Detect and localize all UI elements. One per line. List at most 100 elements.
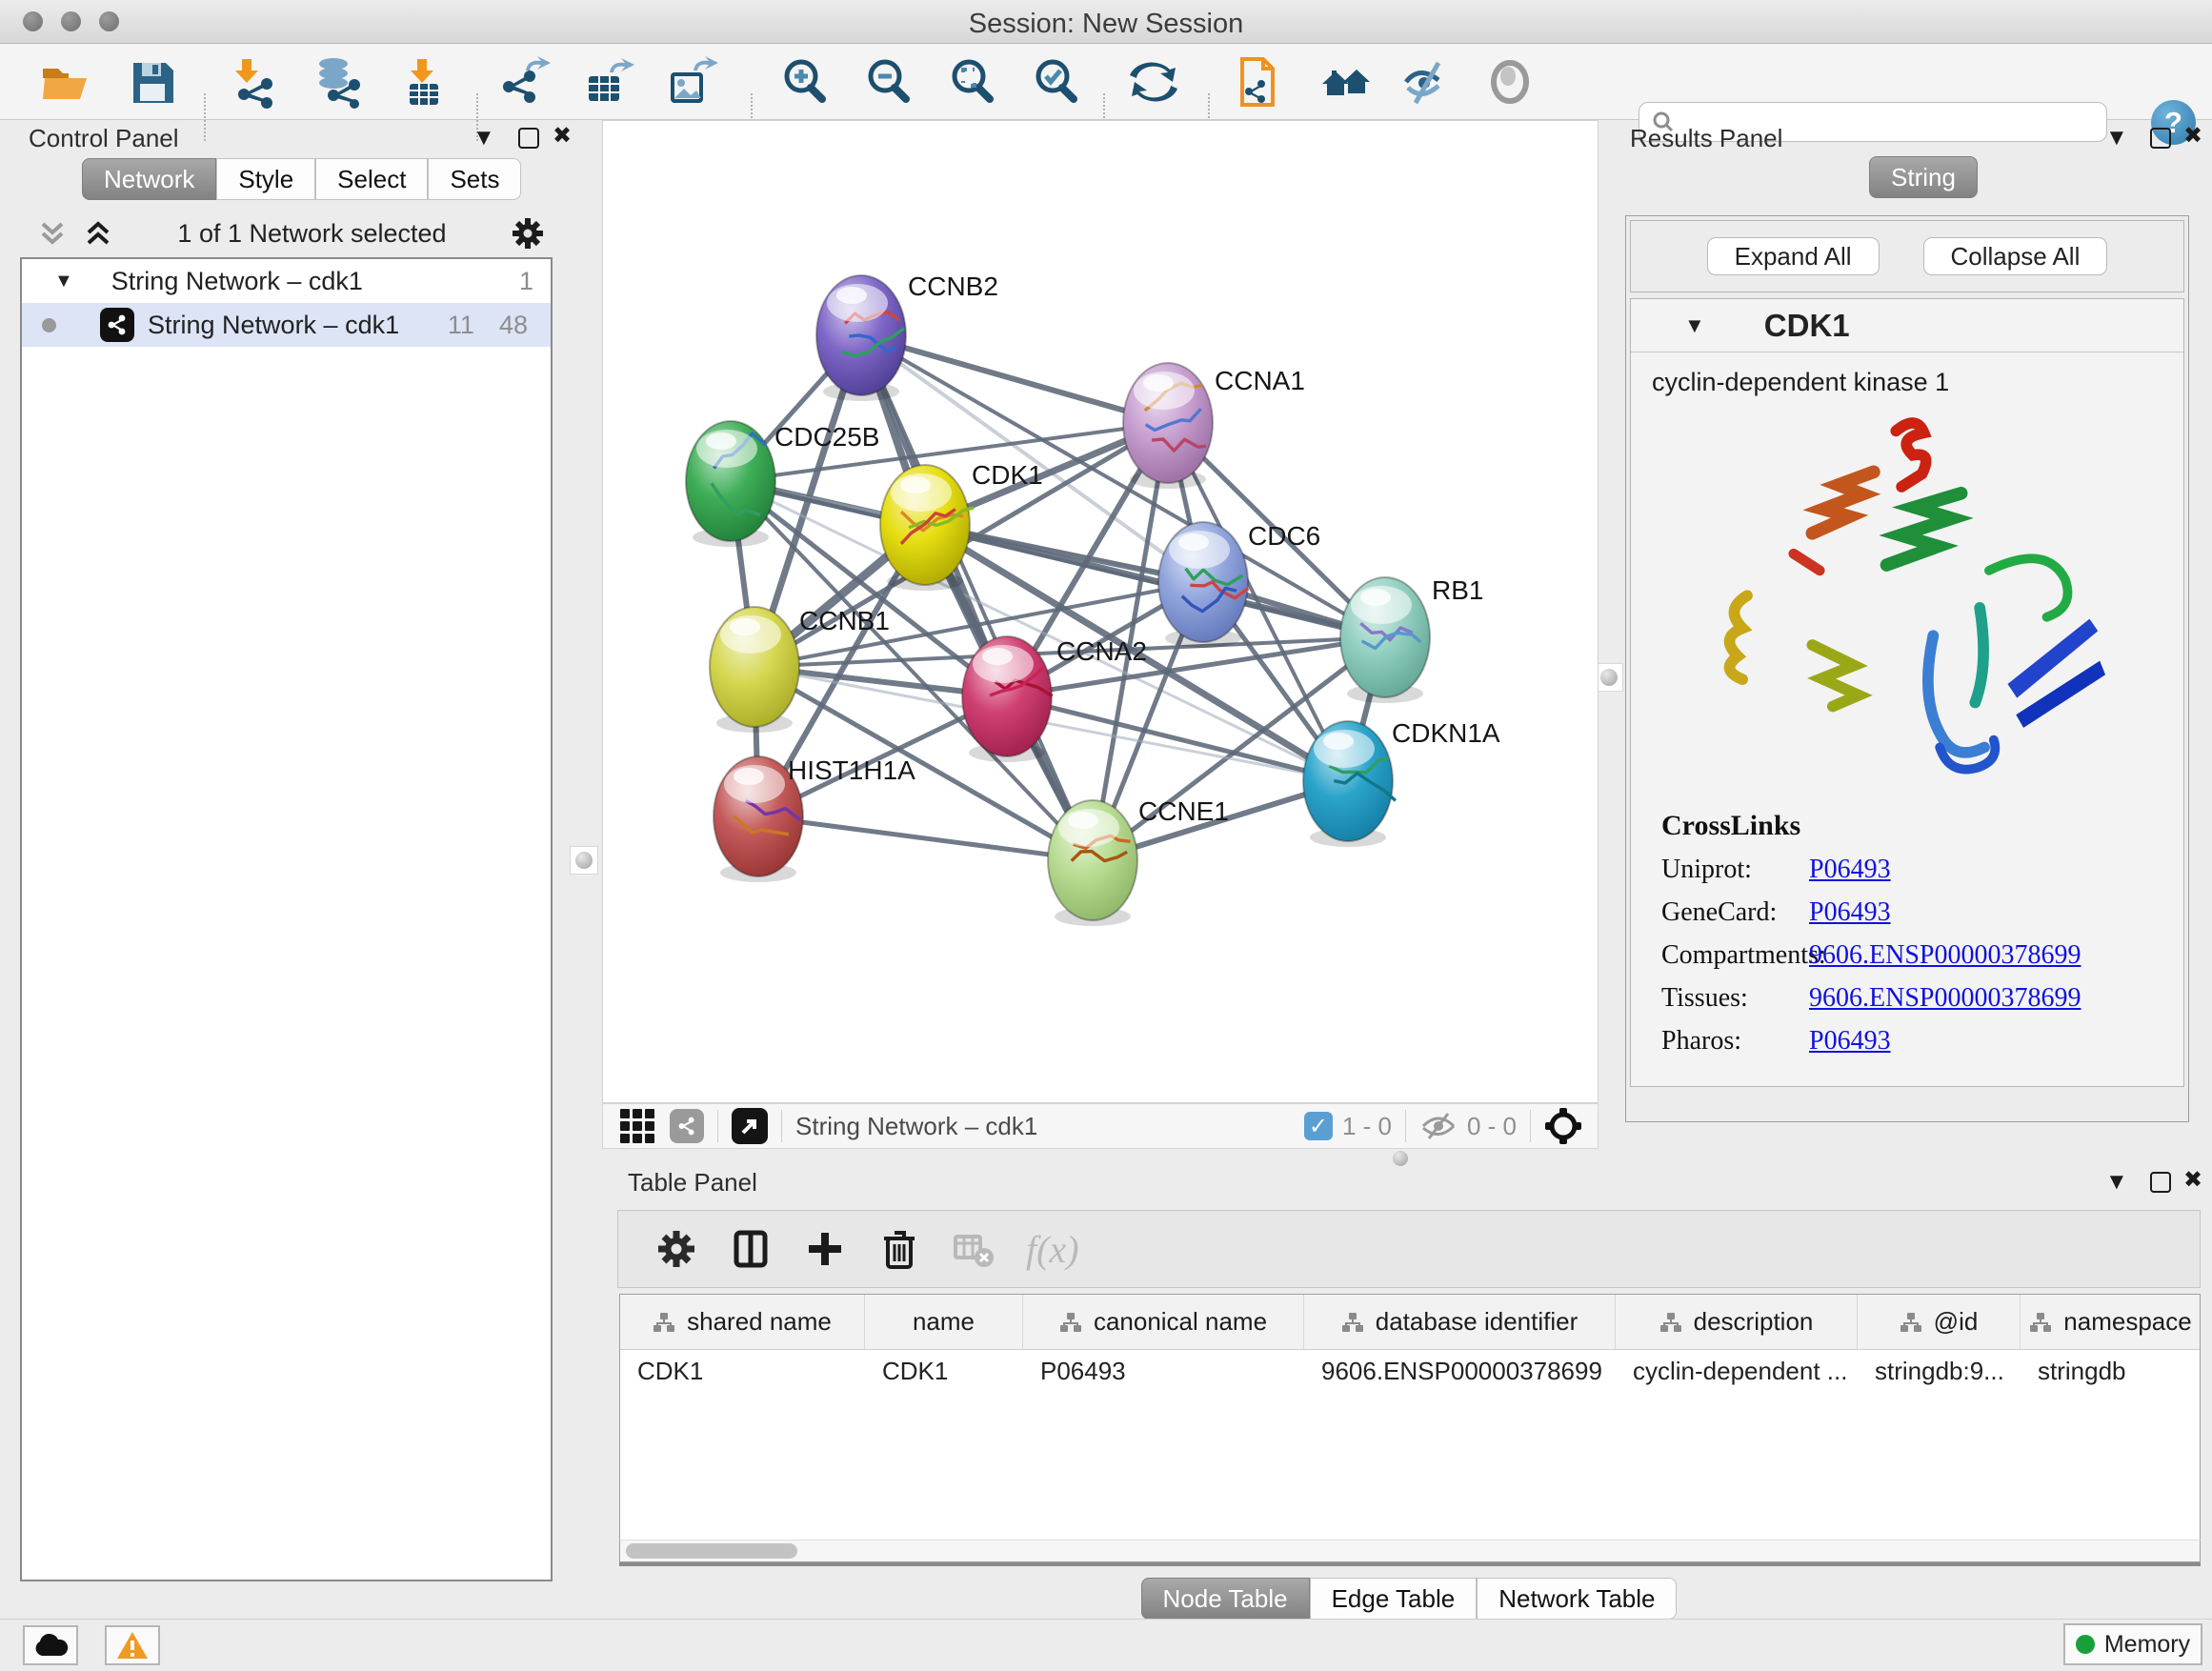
node-count: 11 [448, 311, 474, 340]
table-settings-gear-icon[interactable] [654, 1227, 698, 1271]
selected-nodes-checkbox[interactable]: ✓ [1304, 1112, 1333, 1140]
cell-id[interactable]: stringdb:9... [1858, 1350, 2021, 1392]
cell-name[interactable]: CDK1 [865, 1350, 1023, 1392]
table-row[interactable]: CDK1CDK1P064939606.ENSP00000378699cyclin… [620, 1350, 2200, 1392]
open-session-icon[interactable] [38, 55, 91, 109]
network-collection-row[interactable]: ▼ String Network – cdk1 1 [22, 259, 551, 303]
node-label-CCNA1: CCNA1 [1215, 366, 1305, 395]
crosslink-link[interactable]: P06493 [1809, 855, 1891, 885]
network-overview-icon[interactable] [670, 1109, 704, 1143]
node-CCNB2[interactable] [816, 275, 906, 401]
collapse-all-button[interactable]: Collapse All [1923, 237, 2108, 275]
share-document-icon[interactable] [1233, 55, 1286, 109]
save-session-icon[interactable] [126, 55, 179, 109]
horizontal-scrollbar[interactable] [619, 1540, 2201, 1562]
tree-expander-icon[interactable]: ▼ [54, 271, 73, 292]
collapse-all-icon[interactable] [36, 218, 69, 249]
node-CCNA1[interactable] [1123, 363, 1213, 489]
zoom-fit-icon[interactable] [946, 55, 999, 109]
tab-style[interactable]: Style [216, 158, 315, 200]
tab-select[interactable]: Select [315, 158, 428, 200]
panel-collapse-icon[interactable]: ▼ [473, 126, 495, 151]
hide-selected-icon[interactable] [1400, 55, 1454, 109]
column-header-name[interactable]: name [865, 1295, 1023, 1349]
zoom-selected-icon[interactable] [1030, 55, 1083, 109]
cdk1-section-header[interactable]: ▼ CDK1 [1631, 299, 2183, 352]
export-image-icon[interactable] [665, 55, 718, 109]
network-row-selected[interactable]: String Network – cdk1 11 48 [22, 303, 551, 347]
section-expander-icon[interactable]: ▼ [1684, 313, 1705, 338]
import-table-icon[interactable] [396, 55, 450, 109]
crosslink-link[interactable]: 9606.ENSP00000378699 [1809, 983, 2081, 1014]
cell-description[interactable]: cyclin-dependent ... [1616, 1350, 1858, 1392]
cell-canonical-name[interactable]: P06493 [1023, 1350, 1304, 1392]
table-panel: Table Panel ▼ ✖ f(x) shared namenamecano… [606, 1164, 2212, 1621]
edge-CCNB2-CCNA1[interactable] [861, 335, 1168, 423]
birdseye-crosshair-icon[interactable] [1544, 1107, 1582, 1145]
node-CCNE1[interactable] [1048, 800, 1137, 926]
tab-network[interactable]: Network [82, 158, 216, 200]
tab-network-table[interactable]: Network Table [1477, 1578, 1677, 1620]
panel-collapse-icon[interactable]: ▼ [2105, 126, 2128, 151]
node-label-CDC25B: CDC25B [774, 422, 879, 452]
export-network-icon[interactable] [497, 55, 551, 109]
apply-layout-icon[interactable] [1127, 55, 1180, 109]
bottom-status-bar: Memory [0, 1619, 2212, 1671]
zoom-in-icon[interactable] [778, 55, 832, 109]
cdk1-section: ▼ CDK1 cyclin-dependent kinase 1 [1630, 298, 2184, 1087]
crosslink-link[interactable]: P06493 [1809, 1026, 1891, 1057]
panel-collapse-icon[interactable]: ▼ [2105, 1170, 2128, 1195]
cell-namespace[interactable]: stringdb [2021, 1350, 2201, 1392]
tab-string[interactable]: String [1869, 156, 1978, 198]
edge-count: 48 [499, 311, 528, 340]
preview-orb-icon[interactable] [1483, 55, 1537, 109]
column-header-namespace[interactable]: namespace [2021, 1295, 2201, 1349]
node-CCNA2[interactable] [962, 636, 1053, 762]
show-columns-icon[interactable] [729, 1227, 773, 1271]
warnings-button[interactable] [105, 1625, 160, 1665]
node-CCNB1[interactable] [710, 607, 799, 733]
cloud-button[interactable] [23, 1625, 78, 1665]
node-RB1[interactable] [1340, 577, 1430, 703]
panel-float-icon[interactable] [2150, 128, 2171, 149]
expand-all-button[interactable]: Expand All [1707, 237, 1880, 275]
panel-float-icon[interactable] [2150, 1172, 2171, 1193]
column-header-canonical-name[interactable]: canonical name [1023, 1295, 1304, 1349]
column-header-shared-name[interactable]: shared name [620, 1295, 865, 1349]
network-view-canvas[interactable]: CCNB2CCNA1CDC25BCDK1CDC6RB1CCNB1CCNA2CDK… [602, 120, 1599, 1103]
column-header-description[interactable]: description [1616, 1295, 1858, 1349]
panel-close-icon[interactable]: ✖ [553, 124, 572, 149]
crosslink-link[interactable]: P06493 [1809, 897, 1891, 928]
column-header-database-identifier[interactable]: database identifier [1304, 1295, 1616, 1349]
crosslink-row: Tissues:9606.ENSP00000378699 [1661, 983, 2183, 1014]
tab-node-table[interactable]: Node Table [1141, 1578, 1310, 1620]
cell-shared-name[interactable]: CDK1 [620, 1350, 865, 1392]
tab-sets[interactable]: Sets [428, 158, 521, 200]
export-table-icon[interactable] [581, 55, 634, 109]
column-header-id[interactable]: @id [1858, 1295, 2021, 1349]
add-column-icon[interactable] [803, 1227, 847, 1271]
right-splitter[interactable] [1599, 120, 1619, 1103]
node-CDKN1A[interactable] [1303, 721, 1396, 847]
import-network-file-icon[interactable] [229, 55, 282, 109]
edge-HIST1H1A-CCNE1[interactable] [758, 816, 1093, 860]
import-network-database-icon[interactable] [312, 55, 366, 109]
gear-icon[interactable] [510, 215, 546, 252]
memory-button[interactable]: Memory [2063, 1623, 2202, 1665]
panel-close-icon[interactable]: ✖ [2183, 1168, 2202, 1193]
crosslink-link[interactable]: 9606.ENSP00000378699 [1809, 940, 2081, 971]
node-CDC25B[interactable] [686, 421, 775, 547]
panel-float-icon[interactable] [518, 128, 539, 149]
zoom-out-icon[interactable] [862, 55, 915, 109]
delete-column-icon[interactable] [877, 1227, 921, 1271]
left-splitter-handle[interactable] [570, 846, 598, 875]
grid-view-icon[interactable] [620, 1109, 654, 1143]
cell-database-identifier[interactable]: 9606.ENSP00000378699 [1304, 1350, 1616, 1392]
panel-close-icon[interactable]: ✖ [2183, 124, 2202, 149]
birdseye-launch-icon[interactable] [732, 1108, 768, 1144]
string-network-graph[interactable]: CCNB2CCNA1CDC25BCDK1CDC6RB1CCNB1CCNA2CDK… [603, 121, 1598, 1102]
scrollbar-thumb[interactable] [626, 1543, 797, 1559]
tab-edge-table[interactable]: Edge Table [1310, 1578, 1478, 1620]
home-pages-icon[interactable] [1318, 55, 1372, 109]
expand-all-icon[interactable] [82, 218, 114, 249]
